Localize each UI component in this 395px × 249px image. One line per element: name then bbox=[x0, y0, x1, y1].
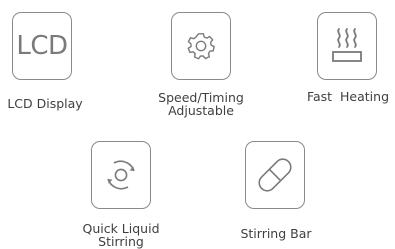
quick-liquid-stirring-label-line2: Stirring bbox=[98, 234, 144, 249]
capsule-icon bbox=[258, 158, 292, 192]
rotation-icon bbox=[107, 160, 135, 190]
gear-icon bbox=[187, 33, 215, 60]
speed-timing-tile bbox=[171, 12, 231, 80]
fast-heating-label: Fast Heating bbox=[306, 89, 390, 104]
stirring-bar-tile bbox=[245, 141, 305, 209]
heat-waves-icon bbox=[332, 28, 362, 62]
lcd-display-label: LCD Display bbox=[7, 96, 83, 111]
quick-liquid-stirring-label: Quick Liquid Stirring bbox=[71, 222, 171, 248]
lcd-display-tile: LCD bbox=[12, 12, 72, 80]
speed-timing-label-line2: Adjustable bbox=[168, 103, 234, 118]
quick-liquid-stirring-tile bbox=[91, 141, 151, 209]
stirring-bar-label: Stirring Bar bbox=[240, 226, 312, 241]
lcd-text-icon: LCD bbox=[16, 31, 68, 61]
speed-timing-label: Speed/Timing Adjustable bbox=[146, 91, 256, 117]
fast-heating-tile bbox=[317, 12, 377, 80]
